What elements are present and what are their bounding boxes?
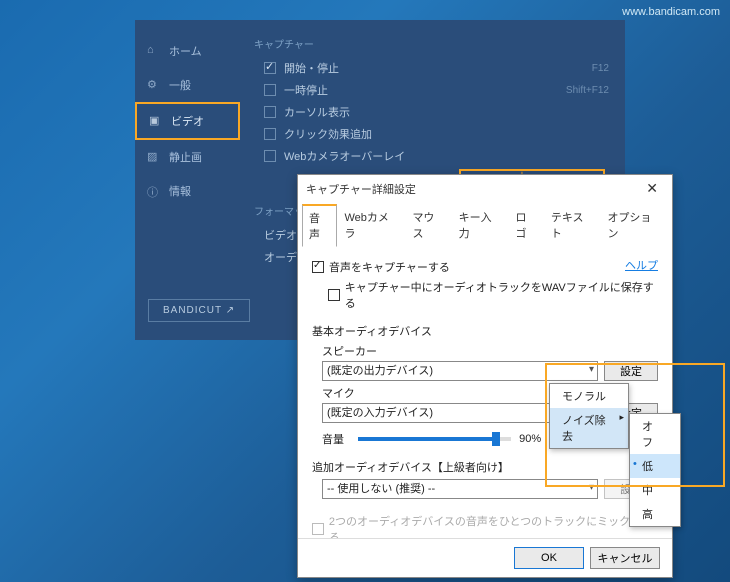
dialog-tabs: 音声 Webカメラ マウス キー入力 ロゴ テキスト オプション	[298, 202, 672, 247]
menu-item-label: ノイズ除去	[562, 415, 606, 443]
video-icon: ▣	[149, 114, 163, 128]
tab-audio[interactable]: 音声	[302, 204, 337, 247]
sidebar-item-label: ビデオ	[171, 113, 204, 129]
noise-submenu: オフ 低 中 高	[629, 413, 681, 527]
chevron-right-icon: ▸	[619, 412, 624, 423]
sidebar-item-label: 静止画	[169, 149, 202, 165]
chk-label: 音声をキャプチャーする	[329, 259, 450, 275]
opt-label: カーソル表示	[284, 104, 350, 120]
chk-save-wav[interactable]: キャプチャー中にオーディオトラックをWAVファイルに保存する	[312, 277, 658, 313]
sidebar-item-general[interactable]: ⚙ 一般	[135, 68, 240, 102]
sidebar: ⌂ ホーム ⚙ 一般 ▣ ビデオ ▨ 静止画 ⓘ 情報	[135, 20, 240, 340]
sidebar-item-image[interactable]: ▨ 静止画	[135, 140, 240, 174]
hotkey-label: Shift+F12	[566, 85, 609, 96]
ok-button[interactable]: OK	[514, 547, 584, 569]
opt-cursor[interactable]: カーソル表示	[254, 101, 609, 123]
opt-click-fx[interactable]: クリック効果追加	[254, 123, 609, 145]
filter-dropdown: モノラル ノイズ除去 ▸	[549, 383, 629, 449]
fieldset-basic-audio: 基本オーディオデバイス	[312, 323, 658, 339]
cancel-button[interactable]: キャンセル	[590, 547, 660, 569]
checkbox-icon	[312, 523, 324, 535]
sidebar-item-label: ホーム	[169, 43, 202, 59]
select-extra-device[interactable]: -- 使用しない (推奨) --	[322, 479, 598, 499]
noise-high-item[interactable]: 高	[630, 502, 680, 526]
info-icon: ⓘ	[147, 184, 161, 198]
chk-mix-tracks[interactable]: 2つのオーディオデバイスの音声をひとつのトラックにミックスする	[312, 511, 658, 538]
checkbox-icon	[264, 84, 276, 96]
hotkey-label: F12	[592, 63, 609, 74]
tab-keyinput[interactable]: キー入力	[452, 204, 509, 247]
section-capture-label: キャプチャー	[254, 36, 609, 51]
opt-pause[interactable]: 一時停止 Shift+F12	[254, 79, 609, 101]
tab-logo[interactable]: ロゴ	[508, 204, 543, 247]
label-speaker: スピーカー	[312, 343, 658, 359]
volume-percent: 90%	[519, 433, 549, 445]
filter-noise-item[interactable]: ノイズ除去 ▸	[550, 408, 628, 448]
speaker-settings-button[interactable]: 設定	[604, 361, 658, 381]
fieldset-extra-audio: 追加オーディオデバイス【上級者向け】	[312, 459, 658, 475]
chk-capture-audio[interactable]: 音声をキャプチャーする	[312, 257, 625, 277]
sidebar-item-home[interactable]: ⌂ ホーム	[135, 34, 240, 68]
tab-options[interactable]: オプション	[600, 204, 668, 247]
sidebar-item-info[interactable]: ⓘ 情報	[135, 174, 240, 208]
noise-mid-item[interactable]: 中	[630, 478, 680, 502]
chk-label: 2つのオーディオデバイスの音声をひとつのトラックにミックスする	[329, 513, 658, 538]
tab-text[interactable]: テキスト	[544, 204, 601, 247]
checkbox-icon	[312, 261, 324, 273]
gear-icon: ⚙	[147, 78, 161, 92]
tab-mouse[interactable]: マウス	[405, 204, 451, 247]
slider-fill	[358, 437, 496, 441]
image-icon: ▨	[147, 150, 161, 164]
filter-mono-item[interactable]: モノラル	[550, 384, 628, 408]
checkbox-icon	[328, 289, 340, 301]
volume-slider[interactable]	[358, 437, 511, 441]
checkbox-icon	[264, 106, 276, 118]
noise-off-item[interactable]: オフ	[630, 414, 680, 454]
checkbox-icon	[264, 150, 276, 162]
label-volume: 音量	[322, 431, 350, 447]
dialog-title-text: キャプチャー詳細設定	[306, 181, 416, 197]
home-icon: ⌂	[147, 44, 161, 58]
bandicut-link[interactable]: BANDICUT ↗	[148, 299, 250, 322]
opt-webcam-overlay[interactable]: Webカメラオーバーレイ	[254, 145, 609, 167]
close-icon[interactable]: ✕	[640, 180, 664, 197]
noise-low-item[interactable]: 低	[630, 454, 680, 478]
tab-webcam[interactable]: Webカメラ	[337, 204, 405, 247]
checkbox-icon	[264, 128, 276, 140]
sidebar-item-video[interactable]: ▣ ビデオ	[135, 102, 240, 140]
opt-label: 一時停止	[284, 82, 328, 98]
dialog-titlebar: キャプチャー詳細設定 ✕	[298, 175, 672, 202]
opt-label: Webカメラオーバーレイ	[284, 148, 405, 164]
checkbox-icon	[264, 62, 276, 74]
opt-label: 開始・停止	[284, 60, 339, 76]
capture-detail-dialog: キャプチャー詳細設定 ✕ 音声 Webカメラ マウス キー入力 ロゴ テキスト …	[297, 174, 673, 578]
watermark-text: www.bandicam.com	[622, 6, 720, 18]
sidebar-item-label: 情報	[169, 183, 191, 199]
chk-label: キャプチャー中にオーディオトラックをWAVファイルに保存する	[345, 279, 658, 311]
select-speaker[interactable]: (既定の出力デバイス)	[322, 361, 598, 381]
opt-label: クリック効果追加	[284, 126, 372, 142]
opt-start-stop[interactable]: 開始・停止 F12	[254, 57, 609, 79]
slider-thumb[interactable]	[492, 432, 500, 446]
sidebar-item-label: 一般	[169, 77, 191, 93]
dialog-footer: OK キャンセル	[298, 538, 672, 577]
help-link[interactable]: ヘルプ	[625, 257, 658, 273]
